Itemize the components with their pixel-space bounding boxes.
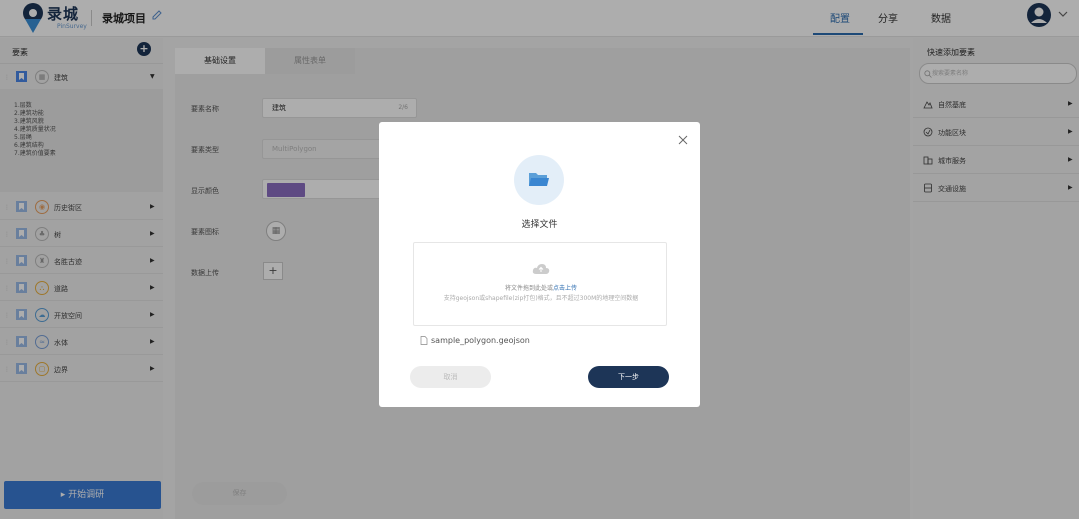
dropzone-text: 将文件拖到此处或 bbox=[504, 285, 553, 292]
selected-file-name: sample_polygon.geojson bbox=[431, 336, 530, 345]
cancel-button[interactable]: 取消 bbox=[410, 366, 491, 388]
file-select-modal: 选择文件 将文件拖到此处或点击上传 支持geojson或shapefile(zi… bbox=[379, 122, 700, 407]
cloud-upload-icon bbox=[532, 264, 550, 274]
close-icon[interactable] bbox=[677, 134, 689, 146]
file-dropzone[interactable]: 将文件拖到此处或点击上传 支持geojson或shapefile(zip打包)格… bbox=[413, 242, 667, 326]
modal-title: 选择文件 bbox=[521, 220, 558, 230]
file-icon bbox=[420, 336, 428, 345]
click-upload-link[interactable]: 点击上传 bbox=[553, 285, 577, 292]
next-step-button[interactable]: 下一步 bbox=[588, 366, 669, 388]
dropzone-hint: 支持geojson或shapefile(zip打包)格式，且不超过300M的地理… bbox=[443, 295, 639, 302]
folder-badge bbox=[514, 155, 564, 205]
folder-icon bbox=[529, 173, 549, 186]
selected-file: sample_polygon.geojson bbox=[420, 336, 530, 345]
dropzone-instruction: 将文件拖到此处或点击上传 bbox=[414, 283, 668, 292]
